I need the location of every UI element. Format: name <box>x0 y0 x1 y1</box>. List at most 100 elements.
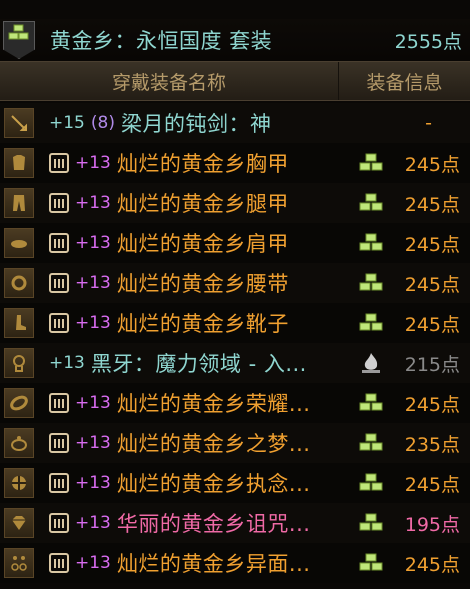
item-name-cell[interactable]: +13 灿烂的黄金乡之梦... <box>49 428 349 458</box>
item-points: 245点 <box>404 393 460 416</box>
item-points: 235点 <box>404 433 460 456</box>
enchant-badge-icon <box>49 553 69 573</box>
earring-icon[interactable] <box>4 548 34 578</box>
gold-set-icon <box>358 311 384 335</box>
necklace-icon[interactable] <box>4 468 34 498</box>
equipment-row[interactable]: +13 灿烂的黄金乡异面... 245点 <box>0 543 470 583</box>
gold-set-icon <box>358 471 384 495</box>
item-name: 灿烂的黄金乡胸甲 <box>116 152 289 176</box>
item-name: 灿烂的黄金乡执念... <box>116 472 311 496</box>
equipment-list: +15 (8) 梁月的钝剑：神 - +13 灿烂的黄金乡胸甲 245点 +13 灿烂的黄金乡腿甲… <box>0 103 470 583</box>
gold-set-icon <box>358 431 384 455</box>
gold-set-icon <box>358 231 384 255</box>
equipment-row[interactable]: +13 灿烂的黄金乡胸甲 245点 <box>0 143 470 183</box>
reinforce-level: +13 <box>75 313 111 333</box>
equipment-row[interactable]: +13 灿烂的黄金乡腿甲 245点 <box>0 183 470 223</box>
equipment-row[interactable]: +15 (8) 梁月的钝剑：神 - <box>0 103 470 143</box>
gold-set-icon <box>358 551 384 575</box>
gold-set-icon <box>358 391 384 415</box>
table-header: 穿戴装备名称 装备信息 <box>0 61 470 101</box>
reinforce-level: +13 <box>49 353 85 373</box>
item-name: 灿烂的黄金乡腰带 <box>116 272 289 296</box>
item-name-cell[interactable]: +13 华丽的黄金乡诅咒... <box>49 508 349 538</box>
item-name: 灿烂的黄金乡靴子 <box>116 312 289 336</box>
reinforce-level: +13 <box>75 193 111 213</box>
equipment-row[interactable]: +13 灿烂的黄金乡腰带 245点 <box>0 263 470 303</box>
item-points: 245点 <box>404 473 460 496</box>
item-points: 245点 <box>404 273 460 296</box>
reinforce-level: +13 <box>75 153 111 173</box>
item-name: 灿烂的黄金乡肩甲 <box>116 232 289 256</box>
title-icon[interactable] <box>4 348 34 378</box>
item-name-cell[interactable]: +13 灿烂的黄金乡腿甲 <box>49 188 349 218</box>
item-name: 灿烂的黄金乡腿甲 <box>116 192 289 216</box>
item-name: 华丽的黄金乡诅咒... <box>116 512 311 536</box>
belt-icon[interactable] <box>4 268 34 298</box>
leg-armor-icon[interactable] <box>4 188 34 218</box>
equipment-row[interactable]: +13 灿烂的黄金乡靴子 245点 <box>0 303 470 343</box>
gem-icon[interactable] <box>4 508 34 538</box>
enchant-badge-icon <box>49 273 69 293</box>
item-name-cell[interactable]: +13 灿烂的黄金乡肩甲 <box>49 228 349 258</box>
item-name: 灿烂的黄金乡异面... <box>116 552 311 576</box>
amplify-level: (8) <box>90 113 115 133</box>
equipment-row[interactable]: +13 灿烂的黄金乡肩甲 245点 <box>0 223 470 263</box>
reinforce-level: +13 <box>75 513 111 533</box>
flame-grade-icon <box>358 351 384 375</box>
item-points: 195点 <box>404 513 460 536</box>
equipment-set-panel: 黄金乡：永恒国度 套装 2555点 穿戴装备名称 装备信息 +15 (8) 梁月的钝… <box>0 0 470 589</box>
item-name-cell[interactable]: +13 灿烂的黄金乡异面... <box>49 548 349 578</box>
item-name-cell[interactable]: +13 灿烂的黄金乡荣耀... <box>49 388 349 418</box>
item-points: 245点 <box>404 313 460 336</box>
gold-set-icon[interactable] <box>3 21 35 59</box>
equipment-row[interactable]: +13 灿烂的黄金乡执念... 245点 <box>0 463 470 503</box>
enchant-badge-icon <box>49 193 69 213</box>
pink-gem-icon <box>358 511 384 535</box>
set-icon-wrap <box>0 19 38 61</box>
set-total-points: 2555点 <box>394 30 462 53</box>
reinforce-level: +13 <box>75 393 111 413</box>
item-points: 245点 <box>404 193 460 216</box>
item-points: 215点 <box>404 353 460 376</box>
enchant-badge-icon <box>49 233 69 253</box>
weapon-icon[interactable] <box>4 108 34 138</box>
gold-set-icon <box>358 191 384 215</box>
item-name-cell[interactable]: +13 黑牙：魔力领域 - 入... <box>49 348 349 378</box>
item-name-cell[interactable]: +13 灿烂的黄金乡执念... <box>49 468 349 498</box>
enchant-badge-icon <box>49 433 69 453</box>
equipment-row[interactable]: +13 华丽的黄金乡诅咒... 195点 <box>0 503 470 543</box>
reinforce-level: +13 <box>75 273 111 293</box>
item-points: - <box>425 112 432 134</box>
gold-set-icon <box>358 271 384 295</box>
reinforce-level: +13 <box>75 233 111 253</box>
item-name: 灿烂的黄金乡荣耀... <box>116 392 311 416</box>
item-points: 245点 <box>404 553 460 576</box>
set-title-bar: 黄金乡：永恒国度 套装 2555点 <box>0 19 470 61</box>
item-points: 245点 <box>404 153 460 176</box>
boots-icon[interactable] <box>4 308 34 338</box>
enchant-badge-icon <box>49 513 69 533</box>
item-name: 黑牙：魔力领域 - 入... <box>90 352 307 376</box>
reinforce-level: +13 <box>75 433 111 453</box>
item-name-cell[interactable]: +15 (8) 梁月的钝剑：神 <box>49 108 349 138</box>
set-title: 黄金乡：永恒国度 套装 <box>50 29 273 53</box>
enchant-badge-icon <box>49 393 69 413</box>
item-name-cell[interactable]: +13 灿烂的黄金乡胸甲 <box>49 148 349 178</box>
enchant-badge-icon <box>49 153 69 173</box>
item-points: 245点 <box>404 233 460 256</box>
shoulder-armor-icon[interactable] <box>4 228 34 258</box>
reinforce-level: +13 <box>75 473 111 493</box>
ring-icon[interactable] <box>4 428 34 458</box>
enchant-badge-icon <box>49 313 69 333</box>
equipment-row[interactable]: +13 灿烂的黄金乡之梦... 235点 <box>0 423 470 463</box>
gold-set-icon <box>358 151 384 175</box>
equipment-row[interactable]: +13 灿烂的黄金乡荣耀... 245点 <box>0 383 470 423</box>
enchant-badge-icon <box>49 473 69 493</box>
equipment-row[interactable]: +13 黑牙：魔力领域 - 入... 215点 <box>0 343 470 383</box>
reinforce-level: +15 <box>49 113 85 133</box>
item-name-cell[interactable]: +13 灿烂的黄金乡靴子 <box>49 308 349 338</box>
header-equipment-name: 穿戴装备名称 <box>111 71 226 94</box>
chest-armor-icon[interactable] <box>4 148 34 178</box>
bracelet-icon[interactable] <box>4 388 34 418</box>
item-name-cell[interactable]: +13 灿烂的黄金乡腰带 <box>49 268 349 298</box>
